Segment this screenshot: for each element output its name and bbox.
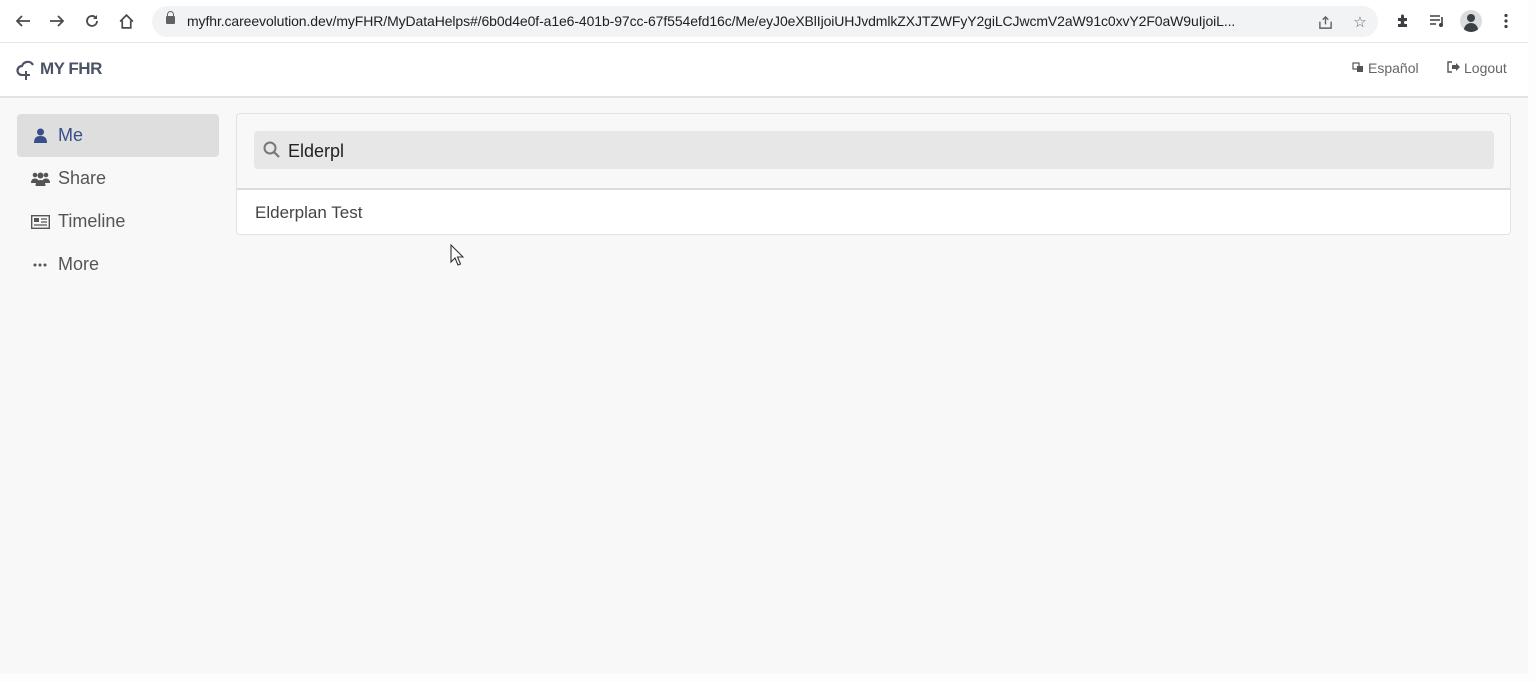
reload-icon[interactable]: [80, 9, 104, 33]
search-result-item[interactable]: Elderplan Test: [237, 190, 1510, 234]
sidebar-item-more[interactable]: More: [17, 243, 219, 286]
back-arrow-icon[interactable]: [11, 9, 35, 33]
browser-toolbar: myfhr.careevolution.dev/myFHR/MyDataHelp…: [0, 0, 1528, 43]
search-header: [237, 114, 1510, 190]
logo-text: MY FHR: [40, 59, 102, 78]
puzzle-icon[interactable]: [1392, 10, 1414, 32]
media-queue-icon[interactable]: [1426, 10, 1448, 32]
sidebar-item-me[interactable]: Me: [17, 114, 219, 157]
language-label: Español: [1368, 60, 1419, 76]
sidebar-item-label: More: [58, 254, 100, 274]
url-text[interactable]: myfhr.careevolution.dev/myFHR/MyDataHelp…: [187, 13, 1235, 29]
logout-link[interactable]: Logout: [1447, 60, 1507, 76]
profile-avatar-icon[interactable]: [1460, 10, 1482, 32]
mouse-cursor-icon: [450, 243, 465, 271]
logout-icon: [1447, 60, 1460, 76]
sidebar-item-timeline[interactable]: Timeline: [17, 200, 219, 243]
kebab-menu-icon[interactable]: [1495, 10, 1517, 32]
timeline-card-icon: [30, 214, 50, 229]
sidebar-item-label: Share: [58, 168, 107, 188]
search-result-label: Elderplan Test: [255, 203, 363, 222]
share-icon[interactable]: [1315, 12, 1335, 32]
sidebar-item-share[interactable]: Share: [17, 157, 219, 200]
home-icon[interactable]: [114, 9, 138, 33]
address-bar[interactable]: myfhr.careevolution.dev/myFHR/MyDataHelp…: [152, 6, 1378, 37]
user-icon: [30, 128, 50, 143]
language-link[interactable]: Español: [1352, 60, 1419, 76]
cloud-logo-icon: [16, 60, 34, 80]
myfhr-logo[interactable]: MY FHR: [16, 56, 102, 82]
window-edge-bottom: [0, 674, 1528, 682]
search-field[interactable]: [254, 131, 1494, 171]
forward-arrow-icon[interactable]: [45, 9, 69, 33]
users-icon: [30, 171, 50, 186]
ellipsis-icon: [30, 263, 50, 267]
app-header: MY FHR Español Logout: [0, 43, 1528, 98]
window-edge: [1528, 0, 1536, 682]
search-icon: [263, 141, 280, 163]
sidebar-item-label: Me: [58, 125, 84, 145]
sidebar-item-label: Timeline: [58, 211, 126, 231]
star-icon[interactable]: ☆: [1350, 12, 1370, 32]
search-input[interactable]: [286, 131, 1480, 171]
logout-label: Logout: [1464, 60, 1507, 76]
provider-search-card: Elderplan Test: [236, 113, 1511, 235]
sidebar-nav: Me Share Timeline More: [17, 114, 219, 286]
language-icon: [1352, 61, 1364, 76]
lock-icon[interactable]: [166, 11, 175, 24]
